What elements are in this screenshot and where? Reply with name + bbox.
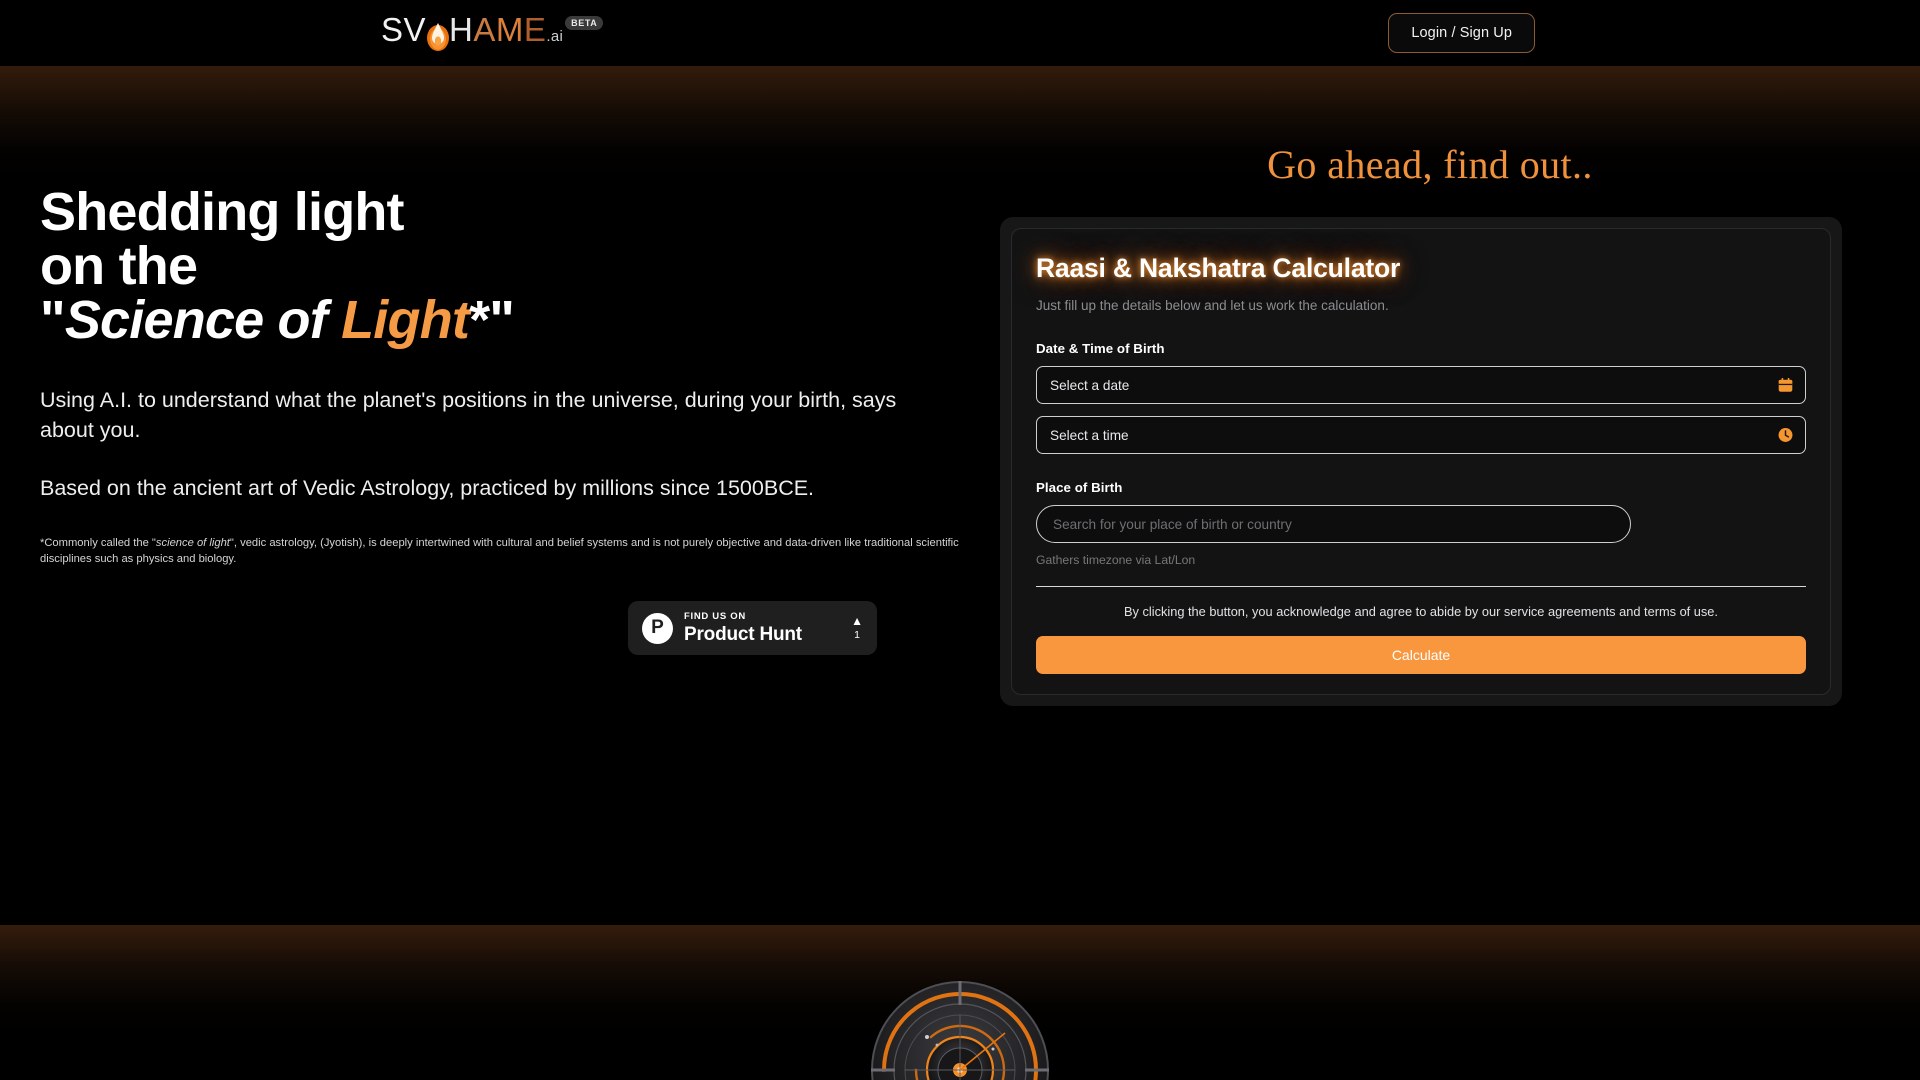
headline-asterisk: *	[469, 290, 490, 350]
hero-paragraph-1: Using A.I. to understand what the planet…	[40, 388, 897, 442]
date-input-row: Select a date	[1036, 366, 1806, 404]
calculator-card-body: Raasi & Nakshatra Calculator Just fill u…	[1012, 229, 1830, 694]
footnote-pre: *Commonly called the "	[40, 537, 156, 549]
calculator-card-outer: Raasi & Nakshatra Calculator Just fill u…	[1000, 217, 1842, 706]
headline-line-3: "Science of Light*"	[40, 293, 1000, 347]
calculator-tagline: Go ahead, find out..	[1267, 142, 1593, 187]
place-field-label: Place of Birth	[1036, 480, 1123, 495]
clock-icon[interactable]	[1777, 427, 1794, 444]
logo-text-e: E	[523, 11, 547, 48]
hero-footnote: *Commonly called the "science of light",…	[40, 535, 960, 567]
datetime-field-label: Date & Time of Birth	[1036, 341, 1165, 356]
headline-quote-open: "	[40, 290, 66, 350]
product-hunt-badge[interactable]: P FIND US ON Product Hunt ▲ 1	[628, 601, 877, 655]
card-divider	[1036, 586, 1806, 587]
logo-text-m: M	[495, 11, 524, 48]
landing-page: SV HAME.ai BETA Login / Sign Up Shedding …	[0, 0, 1920, 1080]
logo-wordmark: SV HAME.ai	[381, 10, 563, 57]
place-of-birth-input[interactable]	[1036, 505, 1631, 543]
product-hunt-texts: FIND US ON Product Hunt	[684, 612, 843, 644]
headline-line-2: on the	[40, 236, 198, 296]
clock-icon-svg	[1778, 428, 1793, 442]
product-hunt-badge-wrapper[interactable]: P FIND US ON Product Hunt ▲ 1	[628, 601, 877, 655]
site-logo[interactable]: SV HAME.ai BETA	[381, 10, 604, 57]
footnote-italic: science of light	[155, 537, 230, 549]
date-input[interactable]: Select a date	[1036, 366, 1806, 404]
calculate-button[interactable]: Calculate	[1036, 636, 1806, 674]
calculator-card: Raasi & Nakshatra Calculator Just fill u…	[1011, 228, 1831, 695]
calculator-title: Raasi & Nakshatra Calculator	[1036, 253, 1401, 283]
place-hint: Gathers timezone via Lat/Lon	[1036, 553, 1196, 567]
page-title: Shedding light on the "Science of Light*…	[40, 185, 1000, 347]
headline-line-1: Shedding light	[40, 182, 405, 242]
hero-paragraph-2: Based on the ancient art of Vedic Astrol…	[40, 476, 815, 500]
astrolabe-svg	[871, 981, 1049, 1080]
astrolabe-graphic	[865, 975, 1055, 1080]
upvote-arrow-icon: ▲	[851, 614, 863, 628]
logo-text-sv: SV	[381, 11, 427, 48]
calculator-column: Go ahead, find out.. Raasi & Nakshatra C…	[1000, 140, 1860, 706]
logo-text-ai: .ai	[546, 28, 564, 45]
flame-icon-svg	[427, 23, 450, 51]
product-hunt-eyebrow: FIND US ON	[684, 611, 746, 623]
time-input-row: Select a time	[1036, 416, 1806, 454]
calendar-icon-svg	[1778, 377, 1793, 392]
terms-text: By clicking the button, you acknowledge …	[1124, 604, 1718, 619]
calendar-icon[interactable]	[1777, 377, 1794, 394]
headline-science-of: Science of	[64, 290, 342, 350]
calculator-subtitle: Just fill up the details below and let u…	[1036, 298, 1389, 313]
upvote-count: 1	[854, 629, 860, 641]
logo-text-a: A	[473, 11, 496, 48]
hero-section: Shedding light on the "Science of Light*…	[40, 185, 1000, 567]
calculator-title-row: Raasi & Nakshatra Calculator	[1036, 251, 1806, 285]
product-hunt-upvote[interactable]: ▲ 1	[843, 615, 863, 641]
product-hunt-icon: P	[642, 612, 673, 644]
headline-light: Light	[341, 290, 470, 350]
logo-text-h: H	[449, 11, 474, 48]
login-signup-button[interactable]: Login / Sign Up	[1388, 13, 1535, 53]
time-input[interactable]: Select a time	[1036, 416, 1806, 454]
headline-quote-close: "	[489, 290, 515, 350]
site-header: SV HAME.ai BETA Login / Sign Up	[0, 0, 1920, 66]
product-hunt-name: Product Hunt	[684, 623, 802, 645]
beta-badge: BETA	[565, 16, 604, 30]
